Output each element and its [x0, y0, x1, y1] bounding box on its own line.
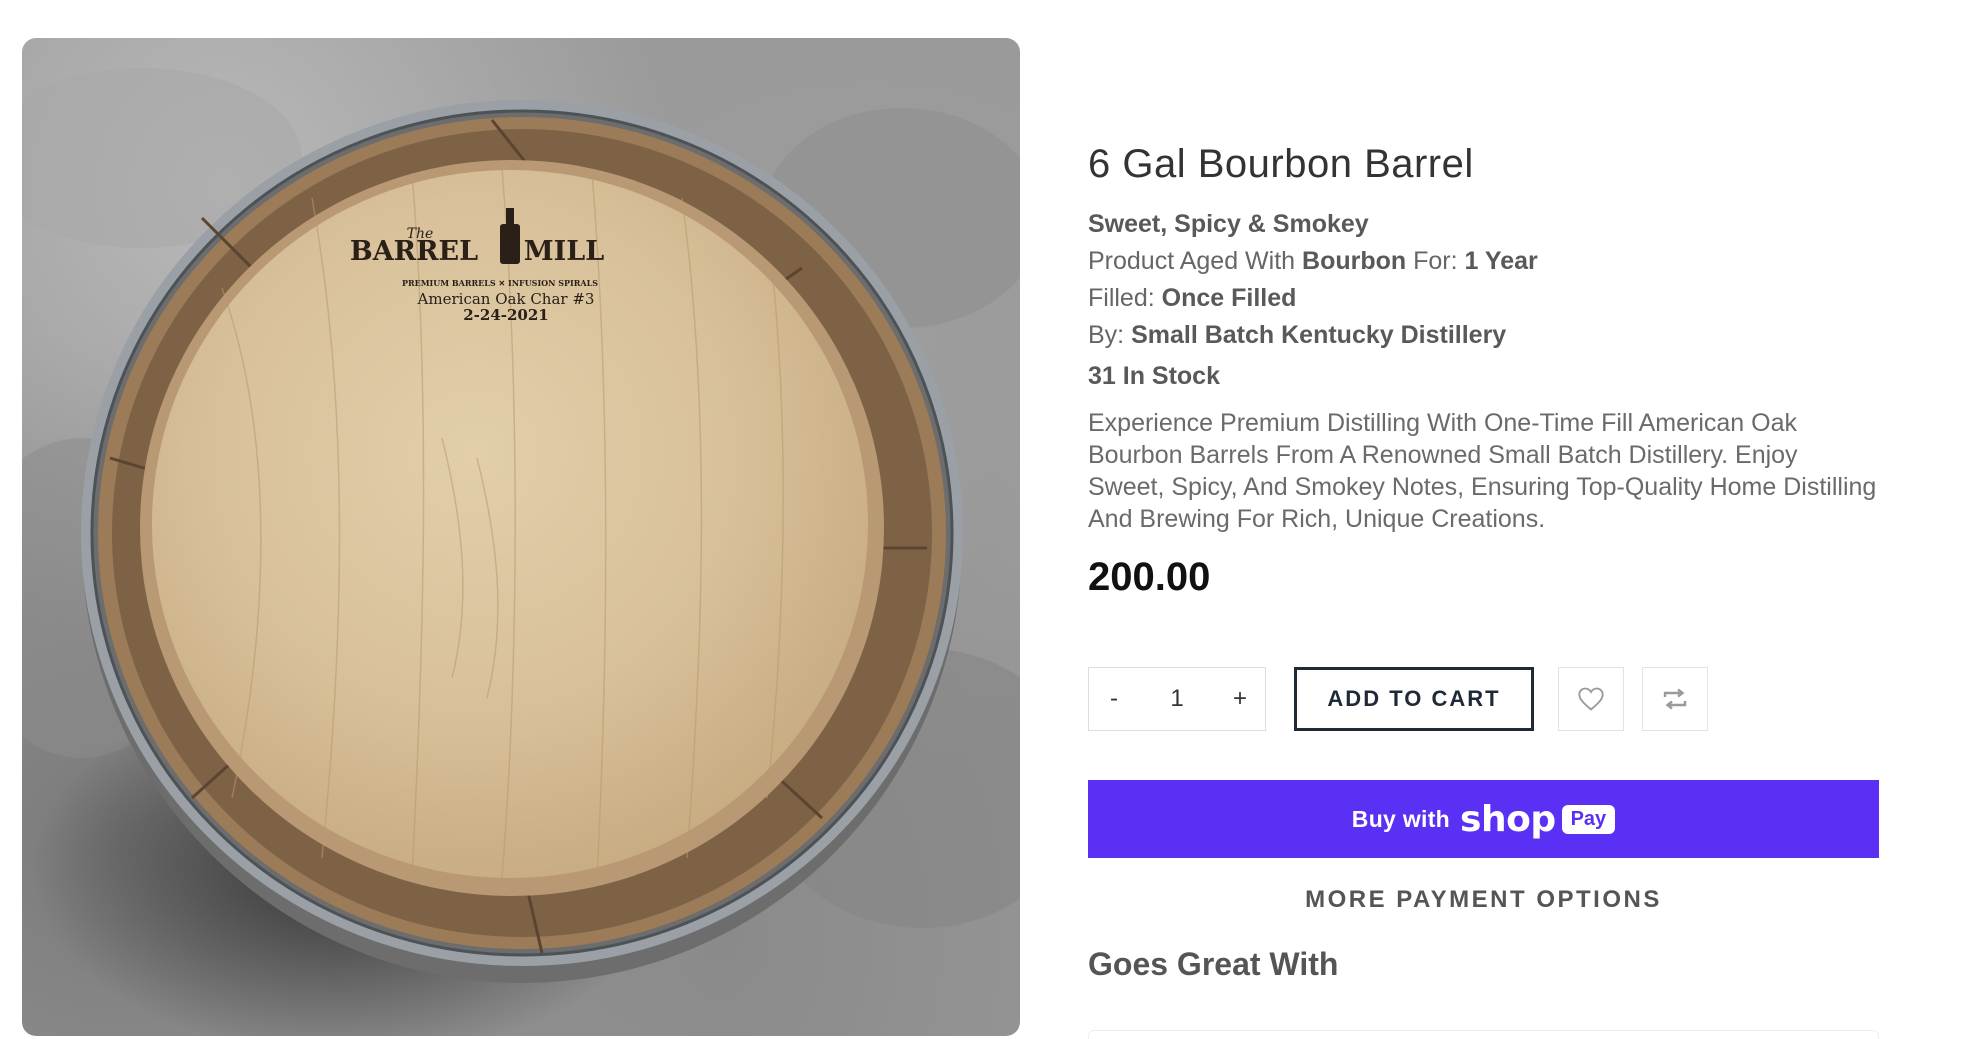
wishlist-button[interactable] [1558, 667, 1624, 731]
purchase-row: - 1 + ADD TO CART [1088, 667, 1888, 731]
filled-value: Once Filled [1161, 284, 1297, 312]
product-page: The BARREL MILL PREMIUM BARRELS ✕ INFUSI… [0, 0, 1974, 1039]
heart-icon [1578, 687, 1604, 711]
related-products-heading: Goes Great With [1088, 946, 1339, 982]
aged-prefix: Product Aged With [1088, 247, 1303, 275]
barrel-photo: The BARREL MILL PREMIUM BARRELS ✕ INFUSI… [22, 68, 1020, 1036]
quantity-decrease-button[interactable]: - [1089, 685, 1139, 713]
more-payment-options-link[interactable]: MORE PAYMENT OPTIONS [1088, 886, 1879, 914]
shop-pay-buy-with: Buy with [1351, 805, 1451, 832]
stamp-date: 2-24-2021 [463, 306, 549, 324]
product-price: 200.00 [1088, 555, 1211, 599]
add-to-cart-button[interactable]: ADD TO CART [1294, 667, 1534, 731]
quantity-increase-button[interactable]: + [1215, 685, 1265, 713]
product-image[interactable]: The BARREL MILL PREMIUM BARRELS ✕ INFUSI… [22, 38, 1020, 1036]
distillery-line: By: Small Batch Kentucky Distillery [1088, 317, 1888, 354]
aged-duration: 1 Year [1464, 247, 1538, 275]
filled-line: Filled: Once Filled [1088, 280, 1888, 317]
pay-badge: Pay [1561, 804, 1616, 834]
compare-button[interactable] [1642, 667, 1708, 731]
product-title: 6 Gal Bourbon Barrel [1088, 142, 1474, 186]
stamp-brand-right: MILL [524, 236, 605, 267]
product-info: 6 Gal Bourbon Barrel Sweet, Spicy & Smok… [1088, 140, 1888, 600]
by-prefix: By: [1088, 321, 1132, 349]
shop-pay-button[interactable]: Buy with shop Pay [1088, 780, 1879, 858]
aged-spirit: Bourbon [1302, 247, 1407, 275]
quantity-input[interactable]: 1 [1139, 685, 1215, 713]
related-product-card[interactable] [1088, 1030, 1879, 1039]
shop-logo: shop [1460, 798, 1556, 840]
quantity-stepper: - 1 + [1088, 667, 1266, 731]
compare-arrows-icon [1663, 688, 1687, 710]
stamp-brand-left: BARREL [350, 236, 478, 267]
stamp-tagline: PREMIUM BARRELS ✕ INFUSION SPIRALS [402, 278, 598, 288]
filled-prefix: Filled: [1088, 284, 1162, 312]
product-description: Experience Premium Distilling With One-T… [1088, 409, 1877, 533]
aged-line: Product Aged With Bourbon For: 1 Year [1088, 243, 1888, 280]
distillery-name: Small Batch Kentucky Distillery [1131, 321, 1507, 349]
stock-count: 31 In Stock [1088, 362, 1220, 390]
flavor-profile: Sweet, Spicy & Smokey [1088, 210, 1369, 238]
aged-mid: For: [1406, 247, 1465, 275]
